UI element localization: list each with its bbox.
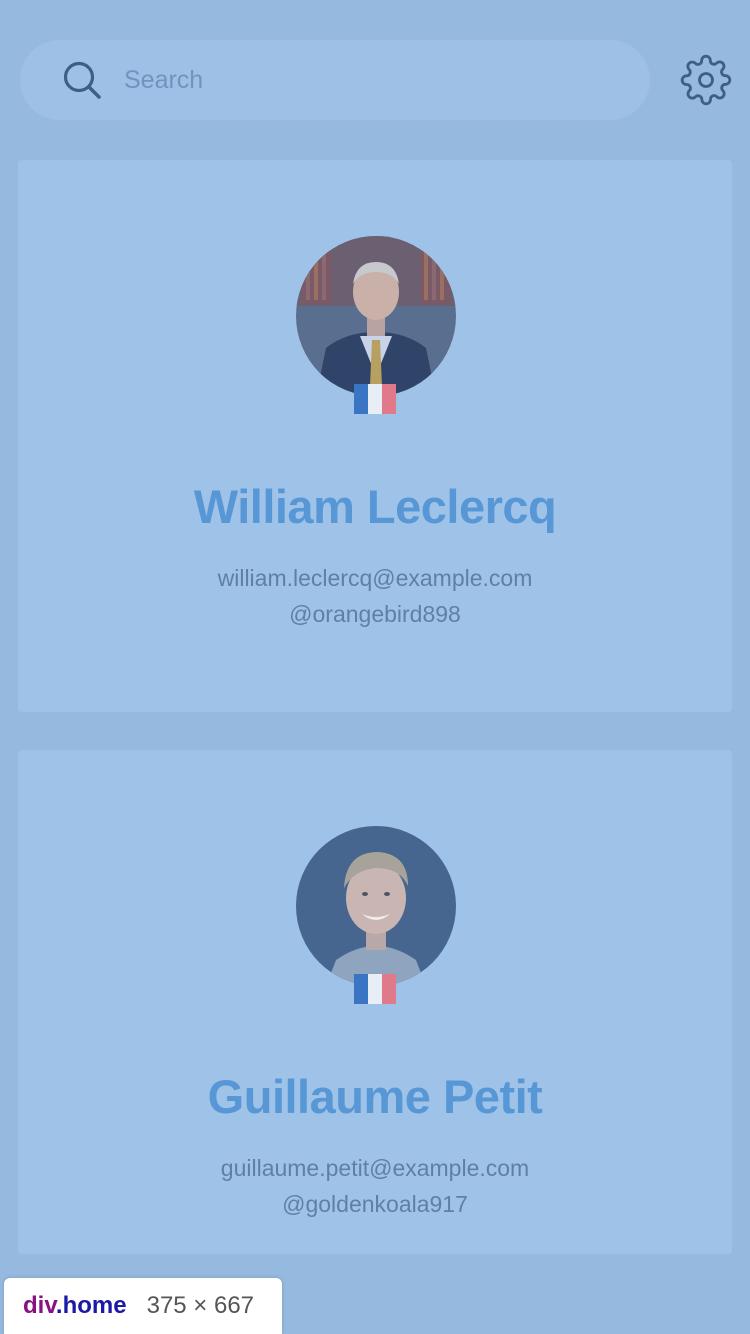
- search-icon: [63, 61, 101, 99]
- avatar-container: [296, 826, 456, 1006]
- user-handle: @orangebird898: [289, 601, 461, 627]
- avatar: [296, 826, 456, 986]
- gear-icon: [680, 54, 732, 106]
- search-input[interactable]: [124, 40, 624, 120]
- inspector-size: 375 × 667: [146, 1292, 255, 1319]
- search-bar[interactable]: [20, 40, 650, 120]
- user-email: william.leclercq@example.com: [217, 565, 533, 591]
- user-card[interactable]: Guillaume Petit guillaume.petit@example.…: [18, 750, 732, 1254]
- settings-button[interactable]: [678, 52, 734, 108]
- user-name: William Leclercq: [193, 480, 557, 533]
- element-inspector-tooltip: div.home 375 × 667: [4, 1278, 282, 1334]
- user-card[interactable]: William Leclercq william.leclercq@exampl…: [18, 160, 732, 712]
- user-handle: @goldenkoala917: [282, 1191, 468, 1217]
- avatar: [296, 236, 456, 396]
- user-name: Guillaume Petit: [207, 1070, 543, 1123]
- france-flag-icon: [354, 384, 396, 414]
- france-flag-icon: [354, 974, 396, 1004]
- user-email: guillaume.petit@example.com: [220, 1155, 530, 1181]
- avatar-container: [296, 236, 456, 416]
- inspector-selector: div.home: [23, 1292, 127, 1319]
